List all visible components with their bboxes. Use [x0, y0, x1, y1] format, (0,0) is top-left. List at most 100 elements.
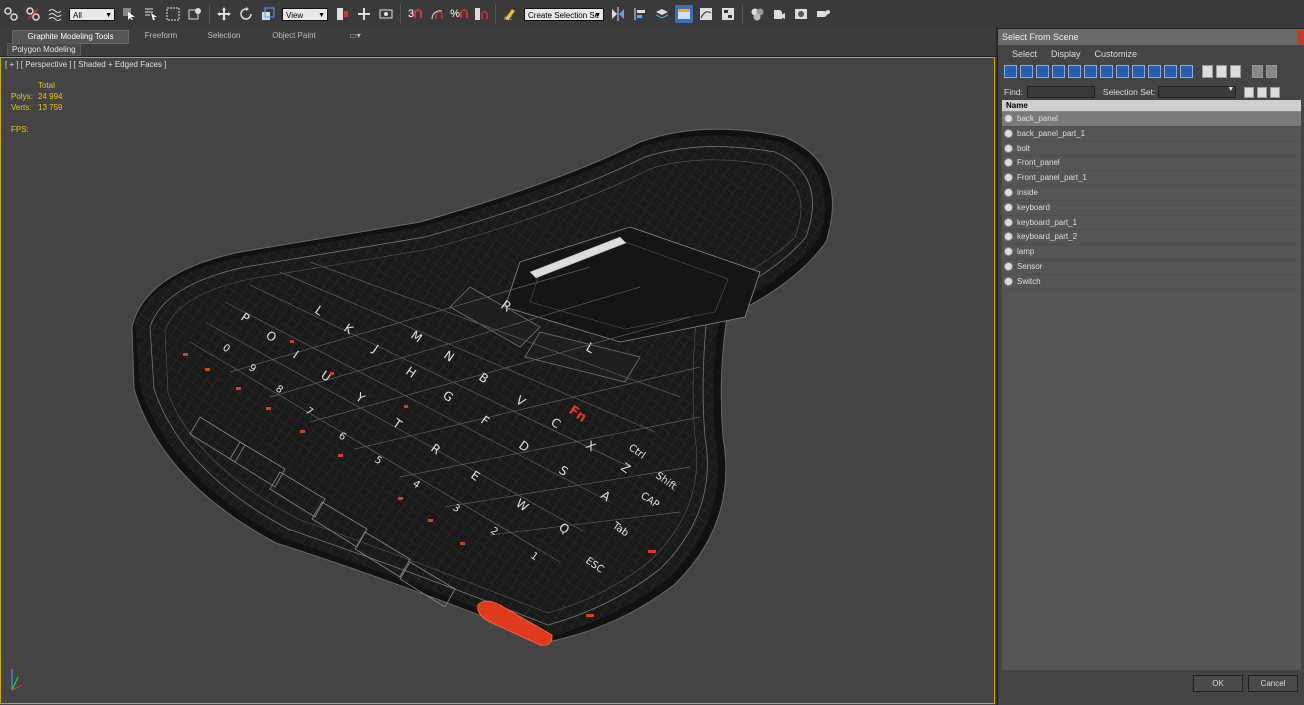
snap-toggle-icon[interactable]: 3 — [406, 5, 424, 23]
tab-selection[interactable]: Selection — [198, 30, 250, 42]
dialog-titlebar[interactable]: Select From Scene — [998, 29, 1304, 45]
layer-manager-icon[interactable] — [653, 5, 671, 23]
list-item[interactable]: Sensor — [1002, 260, 1301, 275]
list-item[interactable]: inside — [1002, 186, 1301, 201]
list-item[interactable]: Front_panel — [1002, 156, 1301, 172]
graphite-ribbon-icon[interactable] — [675, 5, 693, 23]
keyboard-shortcut-icon[interactable] — [377, 5, 395, 23]
filter-geometry-icon[interactable] — [1004, 64, 1017, 78]
pivot-center-icon[interactable] — [333, 5, 351, 23]
material-editor-icon[interactable] — [748, 5, 766, 23]
list-item-label: lamp — [1017, 247, 1035, 257]
filter-bones-icon[interactable] — [1132, 64, 1145, 78]
geometry-icon — [1004, 202, 1013, 212]
list-item-label: Front_panel — [1017, 158, 1060, 168]
list-item-label: keyboard_part_2 — [1017, 232, 1078, 242]
list-item-label: bolt — [1017, 143, 1030, 153]
list-item[interactable]: Front_panel_part_1 — [1002, 171, 1301, 186]
body-faces — [135, 135, 825, 638]
rendered-frame-icon[interactable] — [792, 5, 810, 23]
filter-lights-icon[interactable] — [1036, 64, 1049, 78]
chevron-down-icon: ▼ — [1227, 86, 1235, 93]
geometry-icon — [1004, 173, 1013, 183]
menu-customize[interactable]: Customize — [1095, 49, 1138, 59]
filter-shapes-icon[interactable] — [1020, 64, 1033, 78]
list-item[interactable]: lamp — [1002, 245, 1301, 260]
filter-containers-icon[interactable] — [1148, 64, 1161, 78]
percent-snap-icon[interactable]: % — [450, 5, 468, 23]
menu-display[interactable]: Display — [1051, 49, 1081, 59]
list-item-back-panel[interactable]: back_panel — [1002, 112, 1301, 127]
region-select-icon[interactable] — [164, 5, 182, 23]
tab-graphite-modeling-tools[interactable]: Graphite Modeling Tools — [12, 30, 129, 44]
tab-freeform[interactable]: Freeform — [137, 30, 185, 42]
find-input[interactable] — [1026, 86, 1095, 98]
filter-hidden-icon[interactable] — [1180, 64, 1193, 78]
remove-set-icon[interactable] — [1270, 86, 1281, 98]
geometry-icon — [1004, 128, 1013, 138]
select-object-icon[interactable] — [120, 5, 138, 23]
select-from-scene-dialog: Select From Scene Select Display Customi… — [997, 29, 1304, 705]
spinner-snap-icon[interactable] — [472, 5, 490, 23]
render-setup-icon[interactable] — [770, 5, 788, 23]
find-label: Find: — [1004, 87, 1023, 97]
link-icon[interactable] — [2, 5, 20, 23]
list-item-label: back_panel_part_1 — [1017, 128, 1086, 138]
filter-helpers-icon[interactable] — [1068, 64, 1081, 78]
reference-coord-value: View — [286, 10, 304, 20]
list-item[interactable]: bolt — [1002, 142, 1301, 157]
unlink-icon[interactable] — [24, 5, 42, 23]
render-production-icon[interactable] — [814, 5, 832, 23]
column-header-name[interactable]: Name — [1002, 100, 1301, 112]
named-selection-set-select[interactable]: Create Selection Se ▼ — [524, 7, 604, 21]
angle-snap-icon[interactable] — [428, 5, 446, 23]
list-item[interactable]: back_panel_part_1 — [1002, 127, 1301, 142]
list-item[interactable]: keyboard — [1002, 201, 1301, 216]
toolbar-divider — [742, 4, 743, 24]
select-invert-icon[interactable] — [1230, 64, 1241, 78]
ok-button[interactable]: OK — [1193, 675, 1243, 692]
scene-object-list[interactable]: Name back_panel back_panel_part_1 bolt F… — [1002, 100, 1301, 670]
reference-coord-select[interactable]: View ▼ — [282, 7, 328, 21]
select-manipulate-icon[interactable] — [355, 5, 373, 23]
filter-funnel-icon[interactable] — [1252, 64, 1263, 78]
filter-frozen-icon[interactable] — [1164, 64, 1177, 78]
close-icon[interactable] — [1297, 30, 1304, 44]
mirror-icon[interactable] — [609, 5, 627, 23]
panel-polygon-modeling[interactable]: Polygon Modeling — [7, 43, 81, 56]
edit-set-icon[interactable] — [1257, 86, 1268, 98]
toolbar-divider — [400, 4, 401, 24]
curve-editor-icon[interactable] — [697, 5, 715, 23]
filter-xrefs-icon[interactable] — [1116, 64, 1129, 78]
tab-object-paint[interactable]: Object Paint — [262, 30, 326, 42]
list-item-label: keyboard — [1017, 202, 1050, 212]
create-set-icon[interactable] — [1244, 86, 1255, 98]
ribbon-options-icon[interactable]: ▭▾ — [345, 30, 365, 42]
edit-named-selection-icon[interactable]: ABC — [501, 5, 519, 23]
scale-icon[interactable] — [259, 5, 277, 23]
bind-spacewarp-icon[interactable] — [46, 5, 64, 23]
list-item[interactable]: keyboard_part_1 — [1002, 216, 1301, 231]
rotate-icon[interactable] — [237, 5, 255, 23]
selection-set-select[interactable]: ▼ — [1158, 86, 1237, 98]
perspective-viewport[interactable]: [ + ] [ Perspective ] [ Shaded + Edged F… — [0, 57, 996, 705]
geometry-icon — [1004, 187, 1013, 197]
cancel-button[interactable]: Cancel — [1248, 675, 1298, 692]
move-icon[interactable] — [215, 5, 233, 23]
filter-spacewarps-icon[interactable] — [1084, 64, 1097, 78]
select-all-icon[interactable] — [1202, 64, 1213, 78]
select-none-icon[interactable] — [1216, 64, 1227, 78]
filter-options-icon[interactable] — [1266, 64, 1277, 78]
display-filter-toolbar — [998, 63, 1304, 79]
selection-filter-select[interactable]: All ▼ — [69, 7, 115, 21]
window-crossing-icon[interactable] — [186, 5, 204, 23]
schematic-view-icon[interactable] — [719, 5, 737, 23]
list-item-label: Front_panel_part_1 — [1017, 173, 1087, 183]
list-item[interactable]: Switch — [1002, 275, 1301, 290]
list-item[interactable]: keyboard_part_2 — [1002, 230, 1301, 246]
menu-select[interactable]: Select — [1012, 49, 1037, 59]
filter-groups-icon[interactable] — [1100, 64, 1113, 78]
select-by-name-icon[interactable] — [142, 5, 160, 23]
filter-cameras-icon[interactable] — [1052, 64, 1065, 78]
align-icon[interactable] — [631, 5, 649, 23]
